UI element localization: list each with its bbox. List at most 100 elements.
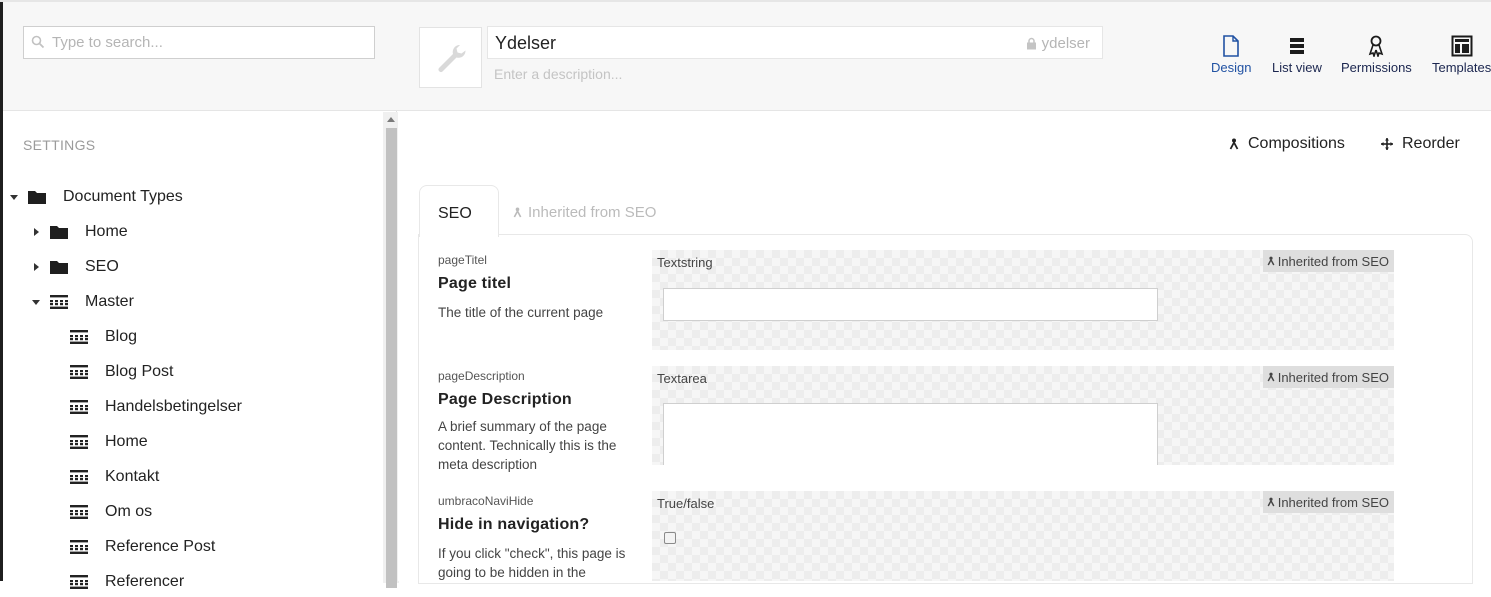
property-description: If you click "check", this page is going… xyxy=(438,546,626,580)
tab-label: SEO xyxy=(438,205,472,222)
tab-label: Inherited from SEO xyxy=(528,204,657,221)
tree-node-label: Master xyxy=(85,293,134,310)
app-templates[interactable]: Templates xyxy=(1432,32,1491,75)
tree-node-om-os[interactable]: Om os xyxy=(69,497,152,527)
inherited-badge: Inherited from SEO xyxy=(1262,250,1394,272)
tree-node-document-types[interactable]: Document Types xyxy=(9,182,183,212)
property-description: The title of the current page xyxy=(438,305,604,320)
textstring-input[interactable] xyxy=(663,288,1158,321)
main-content: Compositions Reorder SEO Inherited from … xyxy=(398,111,1491,584)
tree-node-home-folder[interactable]: Home xyxy=(31,217,128,247)
app-label: Permissions xyxy=(1341,60,1412,75)
tree-node-label: Referencer xyxy=(105,573,185,590)
doctype-icon xyxy=(70,435,88,449)
caret-down-icon[interactable] xyxy=(9,192,19,202)
tree-node-label: Blog Post xyxy=(105,363,174,380)
wrench-icon xyxy=(438,44,466,72)
editor-header: Ydelser ydelser Enter a description... D… xyxy=(398,2,1491,111)
tree-node-blog-post[interactable]: Blog Post xyxy=(69,357,173,387)
doctype-icon xyxy=(70,540,88,554)
design-icon xyxy=(1223,35,1240,57)
tab-inherited-from-seo[interactable]: Inherited from SEO xyxy=(513,204,656,221)
compositions-icon xyxy=(1267,497,1275,507)
compositions-icon xyxy=(1229,138,1239,150)
tab-seo[interactable]: SEO xyxy=(419,185,499,237)
badge-label: Inherited from SEO xyxy=(1277,369,1389,385)
sidebar-header xyxy=(3,2,399,111)
doctype-name-field[interactable]: Ydelser ydelser xyxy=(487,26,1103,59)
alias-text: ydelser xyxy=(1041,35,1090,52)
app-list-view[interactable]: List view xyxy=(1272,32,1322,75)
property-editor: True/false Inherited from SEO xyxy=(652,491,1394,581)
editor-type: Textstring xyxy=(657,255,713,270)
search-input[interactable] xyxy=(50,27,370,58)
caret-right-icon[interactable] xyxy=(31,227,41,237)
tree-node-label: Reference Post xyxy=(105,538,216,555)
tree-node-home[interactable]: Home xyxy=(69,427,148,457)
textarea-input[interactable] xyxy=(663,403,1158,465)
app-label: Design xyxy=(1211,60,1252,75)
tree-node-kontakt[interactable]: Kontakt xyxy=(69,462,159,492)
scroll-up-icon[interactable] xyxy=(387,117,395,122)
compositions-button[interactable]: Compositions xyxy=(1229,135,1345,153)
tree-node-reference-post[interactable]: Reference Post xyxy=(69,532,215,562)
app-permissions[interactable]: Permissions xyxy=(1341,32,1412,75)
app-label: Templates xyxy=(1432,60,1491,75)
tree-node-label: Document Types xyxy=(63,188,183,205)
caret-down-icon[interactable] xyxy=(31,297,41,307)
sidebar-scrollbar[interactable] xyxy=(383,112,399,588)
tree-node-label: Blog xyxy=(105,328,138,345)
doctype-icon xyxy=(70,330,88,344)
app-design[interactable]: Design xyxy=(1211,32,1251,75)
tree-node-label: Om os xyxy=(105,503,153,520)
editor-type: True/false xyxy=(657,496,715,511)
description-input[interactable]: Enter a description... xyxy=(494,66,622,82)
tree-node-blog[interactable]: Blog xyxy=(69,322,137,352)
property-description: A brief summary of the page content. Tec… xyxy=(438,419,617,472)
tree-node-seo-folder[interactable]: SEO xyxy=(31,252,119,282)
lock-icon[interactable] xyxy=(1026,37,1037,50)
templates-icon xyxy=(1451,35,1473,57)
tree-node-master[interactable]: Master xyxy=(31,287,134,317)
property-alias: umbracoNaviHide xyxy=(438,494,534,508)
caret-right-icon[interactable] xyxy=(31,262,41,272)
reorder-icon xyxy=(1381,138,1393,150)
section-title: SETTINGS xyxy=(23,137,96,153)
property-hide-in-navigation: umbracoNaviHide Hide in navigation? If y… xyxy=(438,491,1438,584)
tree-node-handelsbetingelser[interactable]: Handelsbetingelser xyxy=(69,392,242,422)
tree-node-referencer[interactable]: Referencer xyxy=(69,567,184,597)
compositions-icon xyxy=(1267,372,1275,382)
compositions-icon xyxy=(513,207,522,218)
doctype-alias[interactable]: ydelser xyxy=(1026,35,1090,52)
property-editor: Textarea Inherited from SEO xyxy=(652,366,1394,465)
list-view-icon xyxy=(1289,38,1304,54)
editor-type: Textarea xyxy=(657,371,707,386)
hide-in-navigation-checkbox[interactable] xyxy=(664,532,676,544)
doctype-icon xyxy=(70,400,88,414)
property-label: Page Description xyxy=(438,391,572,408)
tree-node-label: Kontakt xyxy=(105,468,160,485)
property-page-description: pageDescription Page Description A brief… xyxy=(438,366,1438,472)
reorder-label: Reorder xyxy=(1402,135,1460,152)
badge-label: Inherited from SEO xyxy=(1277,253,1389,269)
permissions-icon xyxy=(1369,35,1384,57)
inherited-badge: Inherited from SEO xyxy=(1262,491,1394,513)
scrollbar-thumb[interactable] xyxy=(386,128,397,588)
property-label: Hide in navigation? xyxy=(438,516,590,533)
inherited-badge: Inherited from SEO xyxy=(1262,366,1394,388)
badge-label: Inherited from SEO xyxy=(1277,494,1389,510)
doctype-icon xyxy=(70,470,88,484)
property-editor: Textstring Inherited from SEO xyxy=(652,250,1394,350)
folder-icon xyxy=(50,261,68,274)
property-alias: pageDescription xyxy=(438,369,525,383)
folder-icon xyxy=(50,226,68,239)
doctype-name[interactable]: Ydelser xyxy=(495,33,556,54)
tree-node-label: Home xyxy=(105,433,148,450)
compositions-label: Compositions xyxy=(1248,135,1345,152)
search-icon xyxy=(31,35,45,49)
tree-node-label: Handelsbetingelser xyxy=(105,398,242,415)
doctype-icon-picker[interactable] xyxy=(419,27,482,88)
reorder-button[interactable]: Reorder xyxy=(1381,135,1460,153)
search-box[interactable] xyxy=(23,26,375,59)
tree-node-label: SEO xyxy=(85,258,119,275)
